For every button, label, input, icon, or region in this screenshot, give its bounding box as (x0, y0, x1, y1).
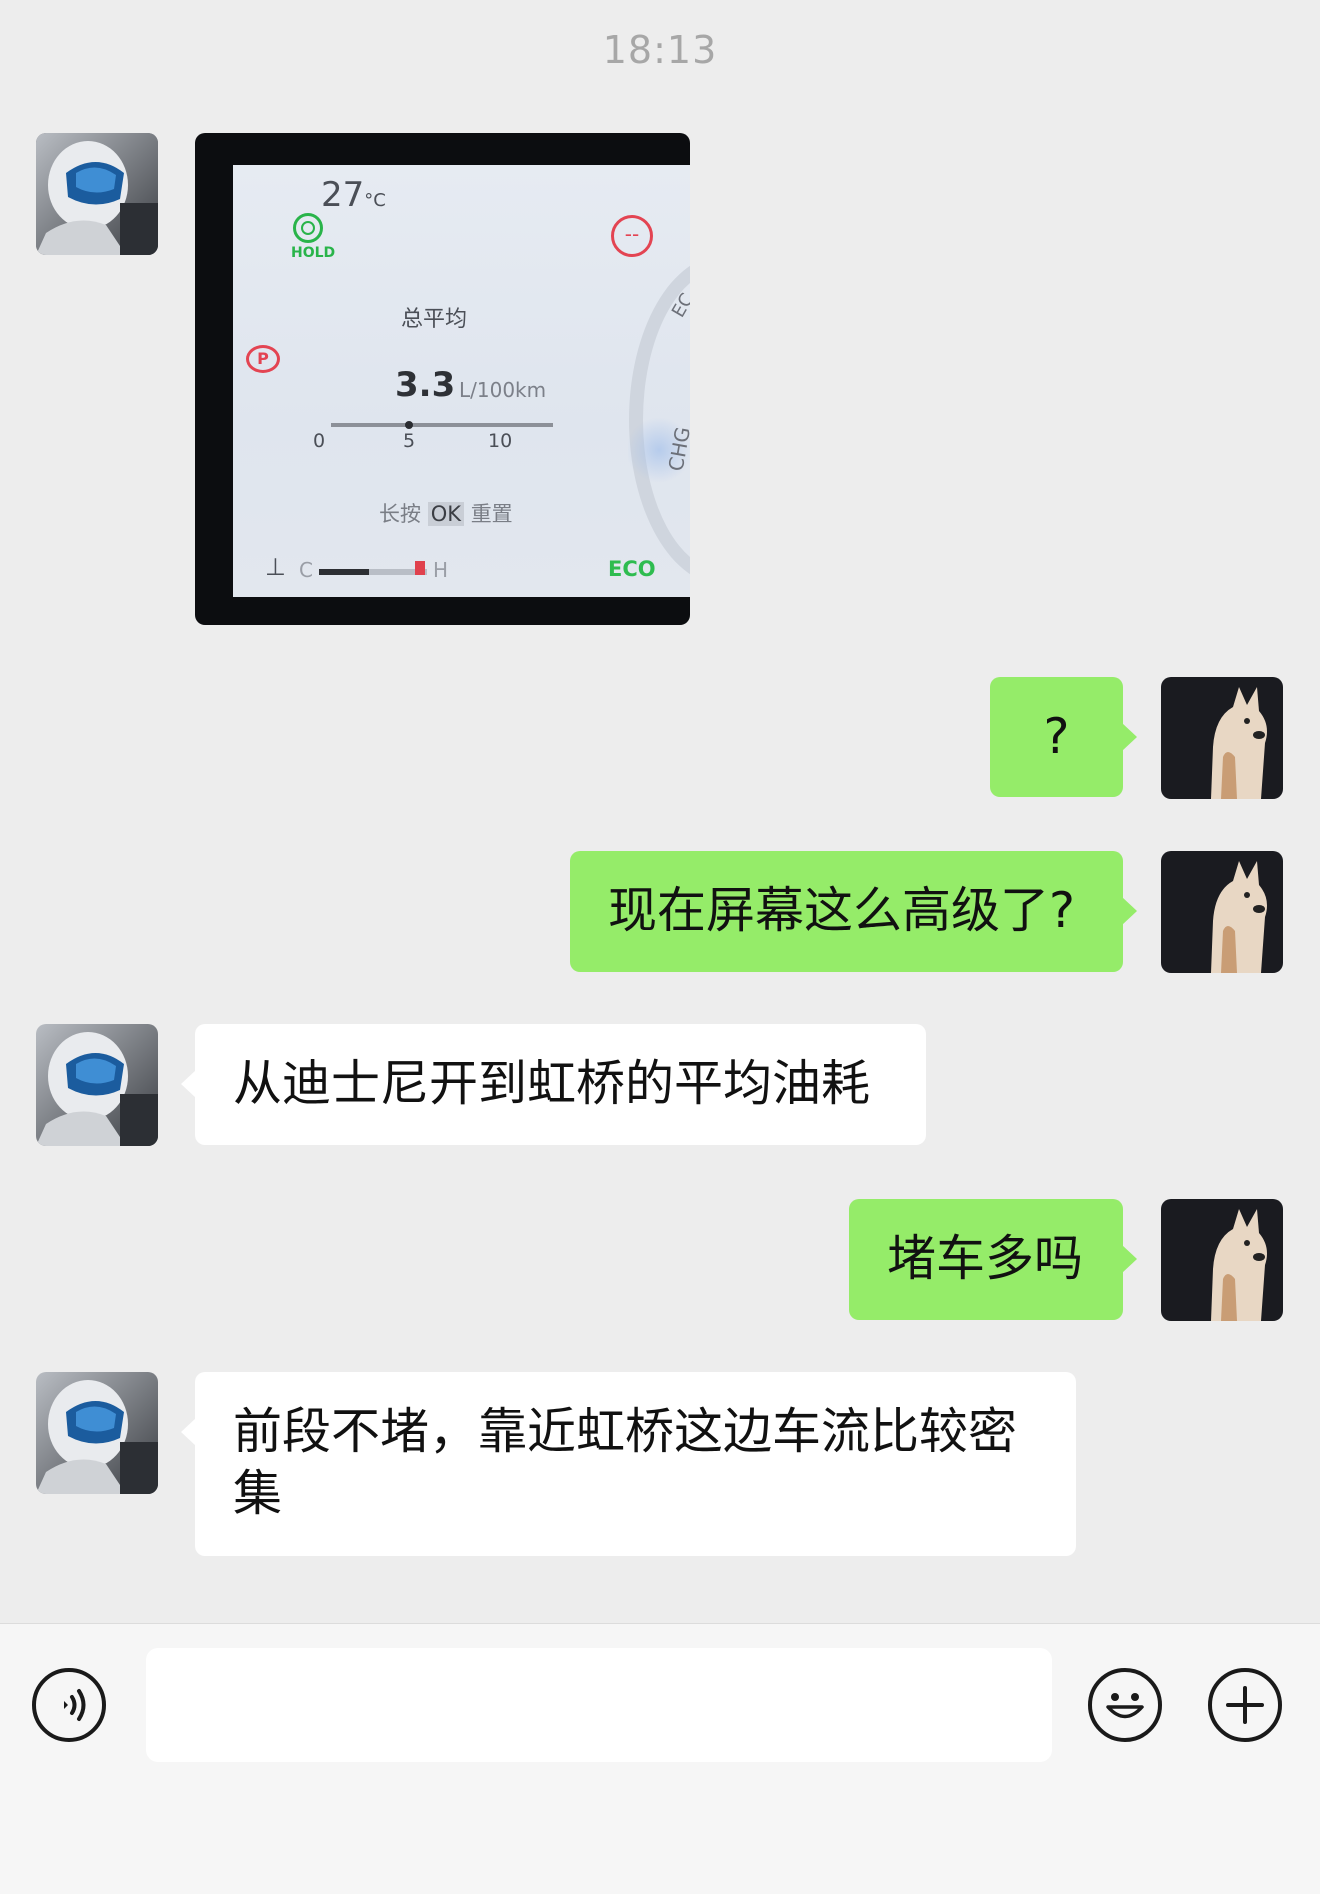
hold-label: HOLD (291, 245, 336, 261)
dog-avatar-icon (1161, 1199, 1283, 1321)
dashboard-photo[interactable]: 27°C HOLD P -- 总平均 3.3 L/100km 0 5 10 长按… (195, 133, 690, 625)
message-bubble-incoming[interactable]: 从迪士尼开到虹桥的平均油耗 (181, 1024, 926, 1145)
message-text: 堵车多吗 (887, 1230, 1084, 1287)
reset-hint: 长按 OK 重置 (379, 502, 513, 526)
scale-tick: 0 (313, 430, 326, 452)
parking-brake-icon: P (246, 345, 280, 373)
message-text: 前段不堵，靠近虹桥这边车流比较密集 (233, 1403, 1018, 1522)
warning-icon: -- (611, 215, 653, 257)
chat-input-bar (0, 1623, 1320, 1894)
contact-avatar[interactable] (36, 1024, 158, 1146)
dashboard-screen: 27°C HOLD P -- 总平均 3.3 L/100km 0 5 10 长按… (233, 165, 690, 597)
coolant-fill (319, 569, 369, 575)
scale-tick: 10 (488, 430, 513, 452)
eco-mode-label: ECO (608, 557, 656, 581)
consumption-scale (331, 423, 553, 427)
message-bubble-incoming[interactable]: 前段不堵，靠近虹桥这边车流比较密集 (181, 1372, 1076, 1556)
more-button[interactable] (1208, 1668, 1282, 1742)
contact-avatar[interactable] (36, 1372, 158, 1494)
message-text: 从迪士尼开到虹桥的平均油耗 (233, 1055, 871, 1112)
plus-icon (1226, 1686, 1264, 1724)
helmet-avatar-icon (36, 1024, 158, 1146)
message-text: ? (1043, 708, 1070, 765)
message-bubble-outgoing[interactable]: ? (990, 677, 1137, 797)
coolant-temperature-icon: ⊥ (265, 553, 286, 581)
helmet-avatar-icon (36, 133, 158, 255)
average-value: 3.3 (395, 365, 456, 405)
average-unit: L/100km (459, 378, 547, 402)
coolant-high-label: H (433, 558, 449, 582)
coolant-high-mark (415, 561, 425, 575)
outside-temperature: 27°C (321, 175, 386, 215)
coolant-low-label: C (299, 558, 313, 582)
my-avatar[interactable] (1161, 1199, 1283, 1321)
dog-avatar-icon (1161, 677, 1283, 799)
message-bubble-outgoing[interactable]: 堵车多吗 (849, 1199, 1137, 1320)
scale-tick: 5 (403, 430, 416, 452)
my-avatar[interactable] (1161, 677, 1283, 799)
helmet-avatar-icon (36, 1372, 158, 1494)
average-title: 总平均 (401, 307, 468, 332)
emoji-icon (1106, 1693, 1144, 1719)
message-input[interactable] (146, 1648, 1052, 1762)
auto-hold-icon (293, 213, 323, 243)
message-timestamp: 18:13 (602, 28, 718, 72)
voice-icon (64, 1689, 86, 1721)
my-avatar[interactable] (1161, 851, 1283, 973)
emoji-button[interactable] (1088, 1668, 1162, 1742)
voice-button[interactable] (32, 1668, 106, 1742)
dog-avatar-icon (1161, 851, 1283, 973)
message-text: 现在屏幕这么高级了? (608, 882, 1076, 939)
message-bubble-outgoing[interactable]: 现在屏幕这么高级了? (570, 851, 1137, 972)
consumption-marker (405, 421, 413, 429)
contact-avatar[interactable] (36, 133, 158, 255)
